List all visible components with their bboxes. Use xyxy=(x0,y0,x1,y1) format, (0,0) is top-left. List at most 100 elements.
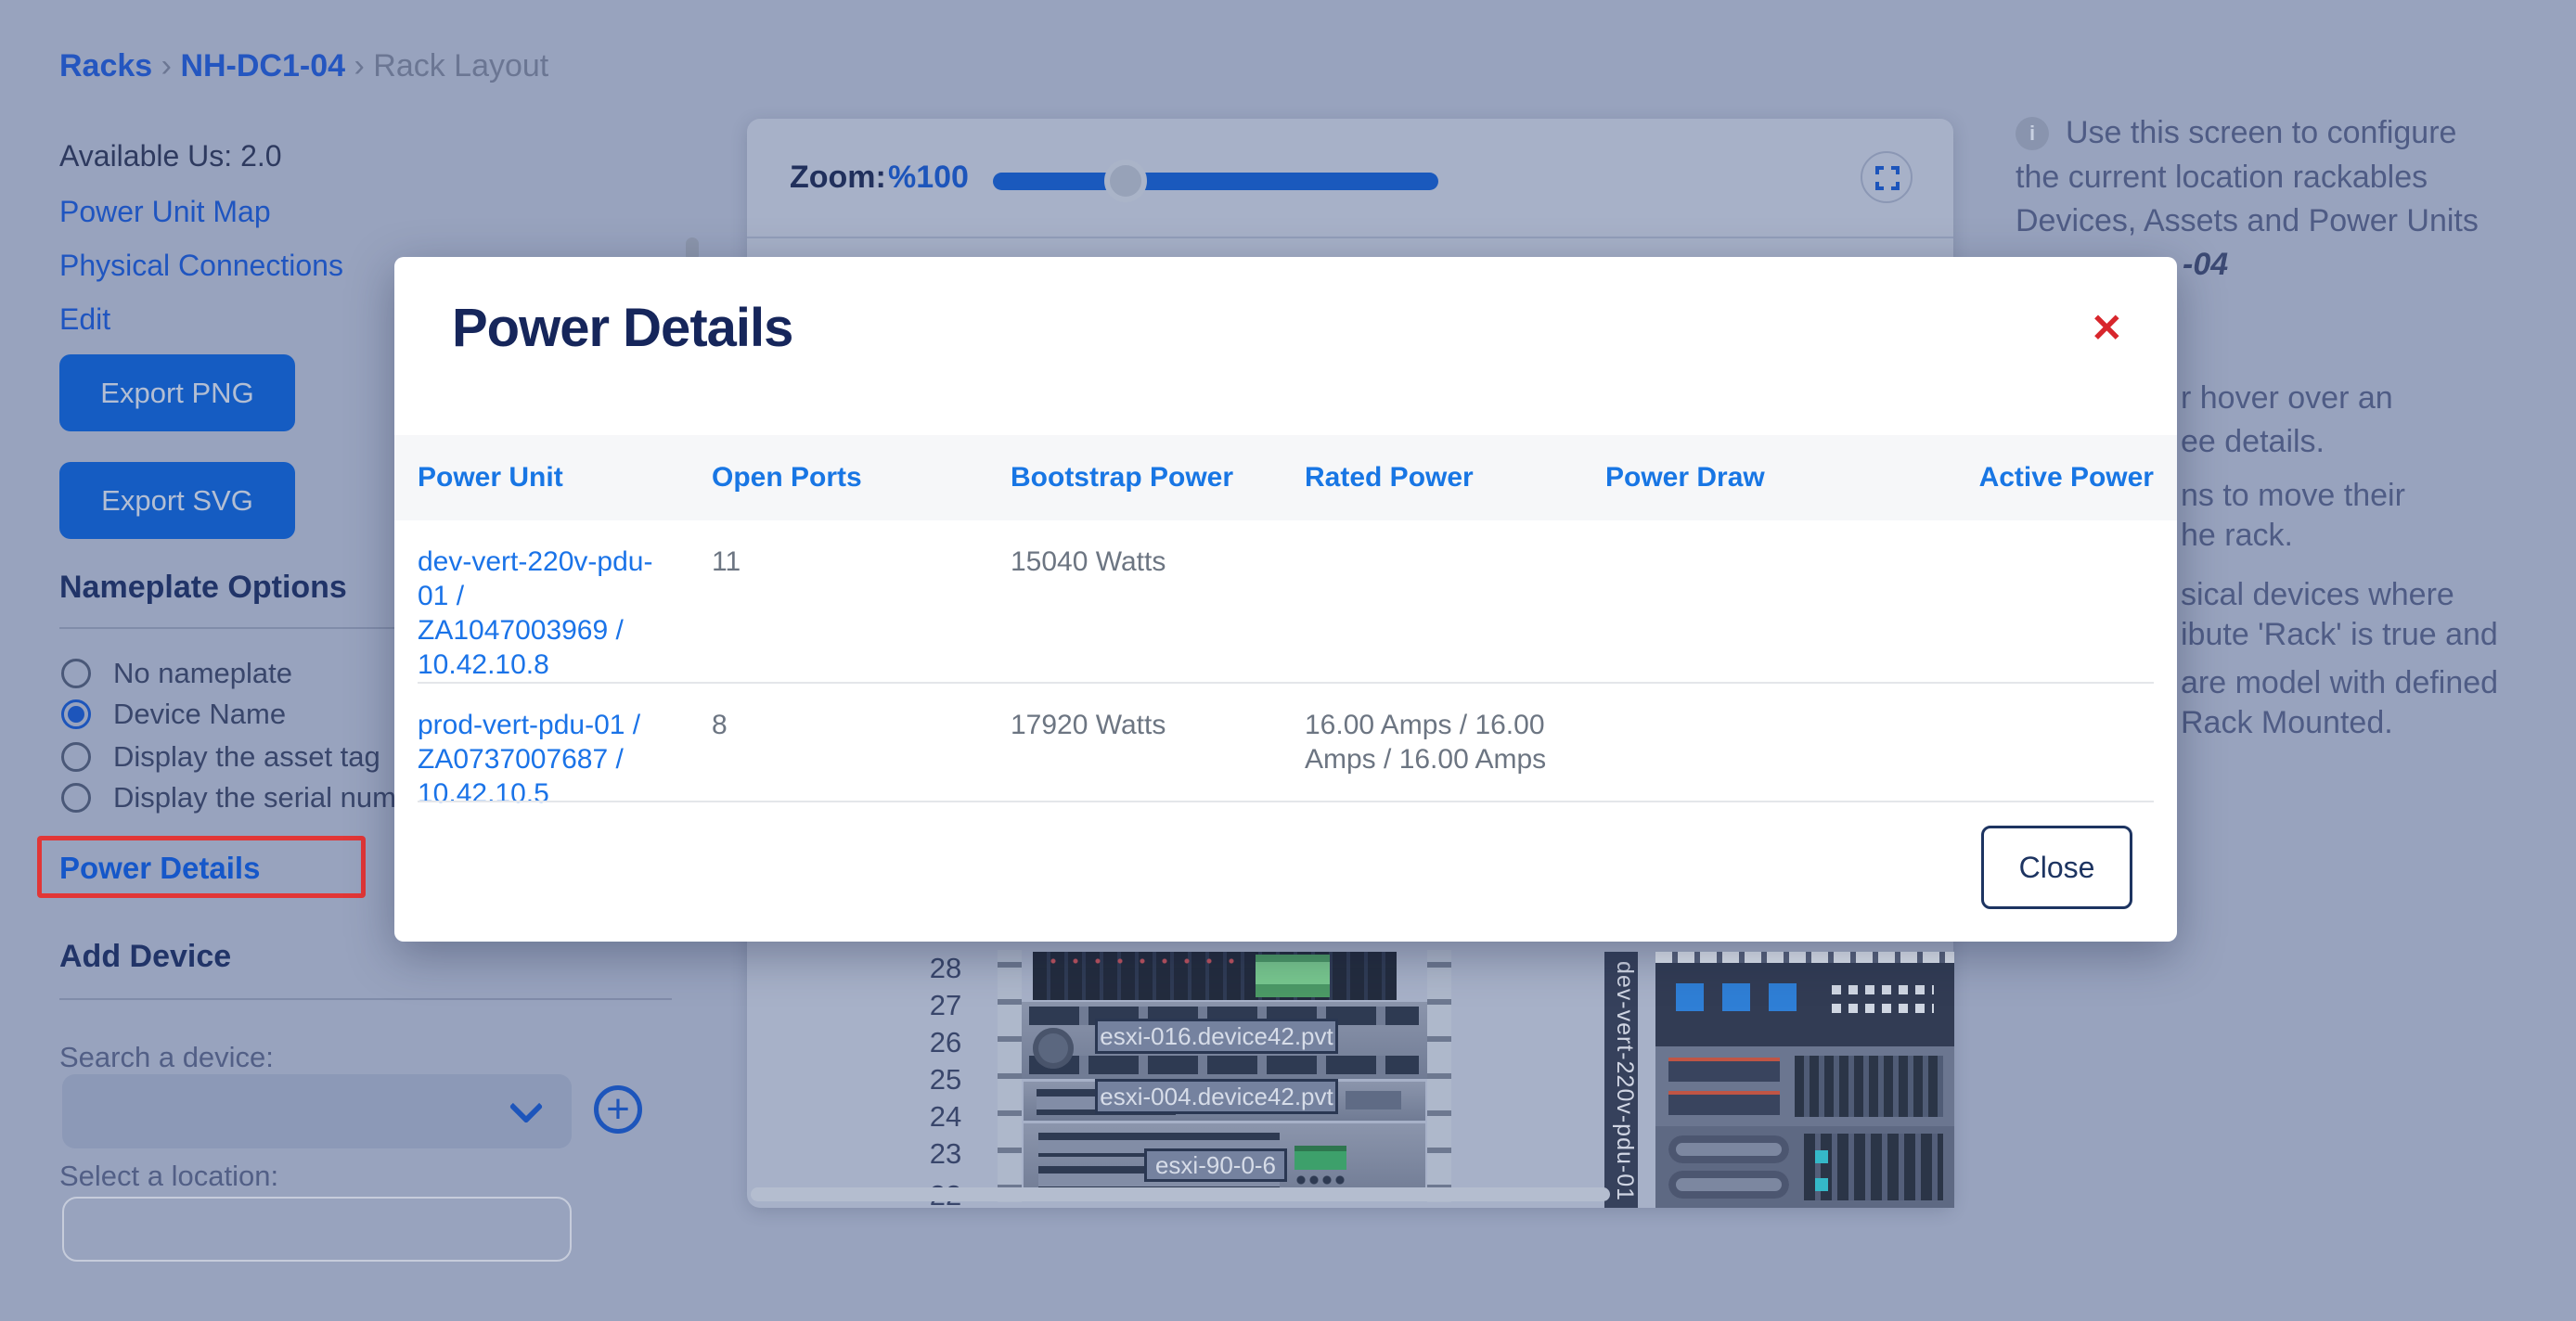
info-text-line: the current location rackables xyxy=(2016,160,2428,196)
info-text-fragment: r hover over an xyxy=(2181,380,2393,417)
chevron-down-icon xyxy=(509,1090,544,1124)
zoom-value: %100 xyxy=(888,160,969,196)
server-fan xyxy=(1033,1028,1074,1069)
breadcrumb-rack-name[interactable]: NH-DC1-04 xyxy=(180,48,345,83)
physical-connections-link[interactable]: Physical Connections xyxy=(59,249,343,283)
status-led xyxy=(1815,1150,1828,1163)
rack-unit-number: 25 xyxy=(920,1063,972,1097)
info-text-fragment: ee details. xyxy=(2181,424,2325,460)
col-bootstrap-power: Bootstrap Power xyxy=(1011,462,1305,494)
info-text-fragment: Rack Mounted. xyxy=(2181,705,2393,741)
section-divider xyxy=(59,998,672,1000)
blade-screen xyxy=(1256,955,1330,997)
nameplate-esxi-016: esxi-016.device42.pvt xyxy=(1095,1019,1338,1054)
cell-power-unit-link[interactable]: prod-vert-pdu-01 / ZA0737007687 / 10.42.… xyxy=(418,684,712,811)
rack-unit-number: 27 xyxy=(920,989,972,1022)
fullscreen-button[interactable] xyxy=(1861,151,1913,203)
pdu-switches xyxy=(1832,1004,1934,1013)
server-latch xyxy=(1346,1091,1401,1109)
zoom-slider[interactable] xyxy=(993,173,1438,190)
cell-rated-power: 16.00 Amps / 16.00 Amps / 16.00 Amps xyxy=(1305,684,1605,811)
info-text-line: Use this screen to configure xyxy=(2066,115,2456,151)
drive-bay xyxy=(1668,1058,1780,1082)
radio-device-name[interactable]: Device Name xyxy=(61,698,286,731)
cell-bootstrap-power: 15040 Watts xyxy=(1011,520,1305,682)
rack-unit-number: 23 xyxy=(920,1137,972,1171)
server-grille xyxy=(1795,1056,1943,1117)
info-rack-name-fragment: -04 xyxy=(2183,247,2228,283)
power-details-modal: Power Details ✕ Power Unit Open Ports Bo… xyxy=(394,257,2177,942)
rack-column-right[interactable] xyxy=(1655,952,1954,1208)
pdu-top-row xyxy=(1655,952,1954,963)
blade-leds xyxy=(1042,957,1246,965)
status-led xyxy=(1815,1178,1828,1191)
col-power-draw: Power Draw xyxy=(1605,462,1921,494)
cell-active-power xyxy=(1921,520,2154,682)
server-buttons xyxy=(1294,1175,1348,1185)
radio-icon-checked[interactable] xyxy=(61,699,91,729)
nameplate-esxi-90: esxi-90-0-6 xyxy=(1144,1148,1287,1182)
breadcrumb-racks[interactable]: Racks xyxy=(59,48,152,83)
rack-unit-number: 28 xyxy=(920,952,972,985)
table-header-row: Power Unit Open Ports Bootstrap Power Ra… xyxy=(394,435,2177,520)
drive-bay xyxy=(1668,1091,1780,1115)
rack-pdu-vertical[interactable]: dev-vert-220v-pdu-01 / Z xyxy=(1604,952,1638,1208)
available-us-text: Available Us: 2.0 xyxy=(59,139,282,173)
footer-divider xyxy=(418,801,2154,802)
toolbar-divider xyxy=(747,237,1953,238)
breadcrumb-separator: › xyxy=(161,48,172,83)
col-power-unit: Power Unit xyxy=(418,462,712,494)
info-text-fragment: ns to move their xyxy=(2181,478,2405,514)
info-text-fragment: sical devices where xyxy=(2181,577,2454,613)
radio-icon[interactable] xyxy=(61,783,91,813)
cell-active-power xyxy=(1921,684,2154,811)
modal-close-icon[interactable]: ✕ xyxy=(2091,309,2123,348)
radio-icon[interactable] xyxy=(61,742,91,772)
location-select[interactable] xyxy=(62,1197,572,1262)
col-active-power: Active Power xyxy=(1921,462,2154,494)
power-details-link[interactable]: Power Details xyxy=(59,851,260,886)
radio-no-nameplate[interactable]: No nameplate xyxy=(61,657,292,690)
rack-horizontal-scrollbar[interactable] xyxy=(751,1187,1610,1201)
rack-device-blade-chassis[interactable] xyxy=(1033,952,1397,1000)
app-root: Racks › NH-DC1-04 › Rack Layout Availabl… xyxy=(0,0,2576,1321)
search-device-select[interactable] xyxy=(62,1074,572,1148)
breadcrumb: Racks › NH-DC1-04 › Rack Layout xyxy=(59,48,548,84)
cell-rated-power xyxy=(1305,520,1605,682)
search-device-label: Search a device: xyxy=(59,1041,274,1074)
table-row: prod-vert-pdu-01 / ZA0737007687 / 10.42.… xyxy=(394,684,2177,801)
pdu-switches xyxy=(1832,985,1934,994)
cell-power-draw xyxy=(1605,520,1921,682)
fullscreen-icon xyxy=(1875,166,1900,190)
breadcrumb-separator: › xyxy=(354,48,364,83)
nameplate-esxi-004: esxi-004.device42.pvt xyxy=(1095,1079,1338,1114)
server-lcd xyxy=(1294,1146,1346,1170)
rack-rail-left xyxy=(998,950,1022,1202)
info-text-line: Devices, Assets and Power Units xyxy=(2016,203,2479,239)
pdu-outlet xyxy=(1722,983,1750,1011)
info-icon: i xyxy=(2016,117,2049,150)
info-text-fragment: are model with defined xyxy=(2181,665,2498,701)
export-png-button[interactable]: Export PNG xyxy=(59,354,295,431)
cell-power-unit-link[interactable]: dev-vert-220v-pdu-01 / ZA1047003969 / 10… xyxy=(418,520,712,682)
select-location-label: Select a location: xyxy=(59,1160,278,1193)
add-device-heading: Add Device xyxy=(59,939,231,975)
server-slots xyxy=(1029,1056,1419,1074)
rack-unit-number: 24 xyxy=(920,1100,972,1134)
info-text-fragment: ibute 'Rack' is true and xyxy=(2181,617,2498,653)
power-unit-map-link[interactable]: Power Unit Map xyxy=(59,195,271,229)
close-button[interactable]: Close xyxy=(1981,826,2132,909)
rack-rail-right xyxy=(1427,950,1451,1202)
radio-serial-number[interactable]: Display the serial num xyxy=(61,781,396,814)
info-text-fragment: he rack. xyxy=(2181,518,2293,554)
zoom-slider-handle[interactable] xyxy=(1104,160,1147,202)
export-svg-button[interactable]: Export SVG xyxy=(59,462,295,539)
radio-asset-tag[interactable]: Display the asset tag xyxy=(61,740,380,774)
table-row: dev-vert-220v-pdu-01 / ZA1047003969 / 10… xyxy=(394,520,2177,682)
cell-power-draw xyxy=(1605,684,1921,811)
radio-icon[interactable] xyxy=(61,659,91,688)
edit-link[interactable]: Edit xyxy=(59,302,110,337)
add-device-button[interactable]: + xyxy=(594,1085,642,1134)
cell-open-ports: 11 xyxy=(712,520,1011,682)
cell-bootstrap-power: 17920 Watts xyxy=(1011,684,1305,811)
